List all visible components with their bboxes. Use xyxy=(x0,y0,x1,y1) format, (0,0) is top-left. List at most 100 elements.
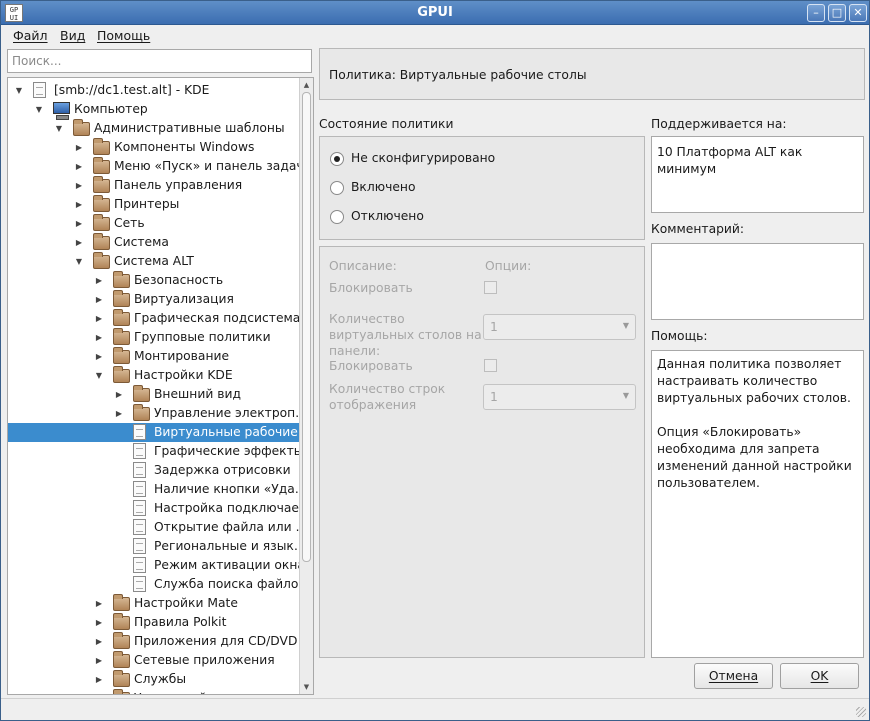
minimize-icon[interactable]: – xyxy=(807,4,825,22)
tree-item[interactable]: ▼ Административные шаблоны xyxy=(8,119,299,138)
tree-item-label: Управление электроп… xyxy=(154,406,308,420)
tree-item[interactable]: ▼ Система ALT xyxy=(8,252,299,271)
scroll-down-icon[interactable]: ▼ xyxy=(300,680,313,694)
tree-item-label: Принтеры xyxy=(114,197,180,211)
tree-item[interactable]: Графические эффекты xyxy=(8,442,303,461)
expand-arrow-closed-icon[interactable]: ▶ xyxy=(94,271,104,290)
rows-select[interactable]: 1 ▼ xyxy=(483,384,636,410)
cancel-button[interactable]: Отмена xyxy=(694,663,773,689)
expand-arrow-closed-icon[interactable]: ▶ xyxy=(94,594,104,613)
help-label: Помощь: xyxy=(651,329,708,343)
options-panel: Описание: Опции: Блокировать Количество … xyxy=(319,246,645,658)
tree-item[interactable]: ▶ Безопасность xyxy=(8,271,299,290)
expand-arrow-closed-icon[interactable]: ▶ xyxy=(94,632,104,651)
expand-arrow-closed-icon[interactable]: ▶ xyxy=(94,309,104,328)
desktops-select[interactable]: 1 ▼ xyxy=(483,314,636,340)
ok-button[interactable]: OK xyxy=(780,663,859,689)
tree-item[interactable]: Режим активации окна xyxy=(8,556,305,575)
tree-item[interactable]: ▶ Виртуализация xyxy=(8,290,299,309)
scroll-thumb[interactable] xyxy=(302,92,311,562)
radio-button[interactable] xyxy=(330,210,344,224)
tree-item[interactable]: ▶ Панель управления xyxy=(8,176,299,195)
tree-item[interactable]: ▶ Сетевые приложения xyxy=(8,651,299,670)
close-icon[interactable]: ✕ xyxy=(849,4,867,22)
menu-view[interactable]: Вид xyxy=(60,28,85,43)
expand-arrow-closed-icon[interactable]: ▶ xyxy=(114,385,124,404)
radio-label: Включено xyxy=(351,180,416,194)
tree-item[interactable]: ▶ Правила Polkit xyxy=(8,613,299,632)
tree-item[interactable]: ▶ Службы xyxy=(8,670,299,689)
expand-arrow-open-icon[interactable]: ▼ xyxy=(14,81,24,100)
tree-item[interactable]: ▼ Настройки KDE xyxy=(8,366,299,385)
folder-icon xyxy=(113,347,130,364)
tree-item[interactable]: ▶ Компоненты Windows xyxy=(8,138,299,157)
expand-arrow-closed-icon[interactable]: ▶ xyxy=(74,214,84,233)
tree-item-label: Компьютер xyxy=(74,102,148,116)
expand-arrow-closed-icon[interactable]: ▶ xyxy=(94,651,104,670)
expand-arrow-closed-icon[interactable]: ▶ xyxy=(114,404,124,423)
tree-item[interactable]: ▶ Принтеры xyxy=(8,195,299,214)
tree-item[interactable]: ▶ Внешний вид xyxy=(8,385,299,404)
radio-button[interactable] xyxy=(330,181,344,195)
policy-state-group: Не сконфигурировано Включено Отключено xyxy=(319,136,645,240)
expand-arrow-closed-icon[interactable]: ▶ xyxy=(94,328,104,347)
menu-help[interactable]: Помощь xyxy=(97,28,150,43)
tree-scrollbar[interactable]: ▲ ▼ xyxy=(299,78,313,694)
tree-item[interactable]: ▶ Приложения для CD/DVD xyxy=(8,632,299,651)
tree-item-label: Приложения для CD/DVD xyxy=(134,634,298,648)
expand-arrow-open-icon[interactable]: ▼ xyxy=(74,252,84,271)
tree-item[interactable]: ▶ Монтирование xyxy=(8,347,299,366)
tree-item[interactable]: ▶ Управление электроп… xyxy=(8,404,307,423)
resize-grip-icon[interactable] xyxy=(856,707,866,717)
tree-item[interactable]: ▶ Сеть xyxy=(8,214,299,233)
expand-arrow-closed-icon[interactable]: ▶ xyxy=(74,176,84,195)
expand-arrow-closed-icon[interactable]: ▶ xyxy=(94,290,104,309)
tree-item[interactable]: ▼ [smb://dc1.test.alt] - KDE xyxy=(8,81,299,100)
tree-item[interactable]: ▶ Графическая подсистема xyxy=(8,309,300,328)
tree-item[interactable]: ▶ Система xyxy=(8,233,299,252)
expand-arrow-open-icon[interactable]: ▼ xyxy=(54,119,64,138)
folder-icon xyxy=(113,309,130,326)
expand-arrow-open-icon[interactable]: ▼ xyxy=(34,100,44,119)
expand-arrow-open-icon[interactable]: ▼ xyxy=(94,366,104,385)
chevron-down-icon: ▼ xyxy=(622,391,629,400)
tree-item[interactable]: ▶ Групповые политики xyxy=(8,328,299,347)
supported-field[interactable]: 10 Платформа ALT как минимум xyxy=(651,136,864,213)
expand-arrow-closed-icon[interactable]: ▶ xyxy=(94,347,104,366)
block-checkbox-1[interactable] xyxy=(484,281,497,294)
policy-tree[interactable]: ▶ Удаленный доступ через … ▶ Службы ▶ Сетевые… xyxy=(7,77,314,695)
doc-icon xyxy=(133,519,146,535)
expand-arrow-closed-icon[interactable]: ▶ xyxy=(94,613,104,632)
expand-arrow-closed-icon[interactable]: ▶ xyxy=(74,195,84,214)
tree-item[interactable]: ▶ Меню «Пуск» и панель задач xyxy=(8,157,304,176)
tree-item[interactable]: Открытие файла или … xyxy=(8,518,308,537)
scroll-up-icon[interactable]: ▲ xyxy=(300,78,313,92)
folder-icon xyxy=(133,404,150,421)
expand-arrow-closed-icon[interactable]: ▶ xyxy=(74,233,84,252)
expand-arrow-closed-icon[interactable]: ▶ xyxy=(94,670,104,689)
block-checkbox-2[interactable] xyxy=(484,359,497,372)
tree-item-label: Внешний вид xyxy=(154,387,241,401)
menu-file[interactable]: Файл xyxy=(13,28,48,43)
search-input[interactable] xyxy=(7,49,312,73)
comment-field[interactable] xyxy=(651,243,864,320)
tree-item[interactable]: ▶ Удаленный доступ через … xyxy=(8,689,313,694)
tree-item[interactable]: ▼ Компьютер xyxy=(8,100,299,120)
tree-item[interactable]: Настройка подключае… xyxy=(8,499,311,518)
expand-arrow-closed-icon[interactable]: ▶ xyxy=(74,157,84,176)
maximize-icon[interactable]: □ xyxy=(828,4,846,22)
tree-item-label: Сеть xyxy=(114,216,145,230)
menu-bar: Файл Вид Помощь xyxy=(1,25,869,46)
expand-arrow-closed-icon[interactable]: ▶ xyxy=(94,689,104,694)
folder-icon xyxy=(133,385,150,402)
expand-arrow-closed-icon[interactable]: ▶ xyxy=(74,138,84,157)
tree-item[interactable]: Региональные и язык… xyxy=(8,537,306,556)
tree-item[interactable]: Виртуальные рабочие… xyxy=(8,423,310,442)
tree-item[interactable]: ▶ Настройки Mate xyxy=(8,594,299,613)
rows-value: 1 xyxy=(490,390,498,404)
tree-item[interactable]: Служба поиска файлов xyxy=(8,575,306,594)
radio-button[interactable] xyxy=(330,152,344,166)
tree-item[interactable]: Задержка отрисовки xyxy=(8,461,299,480)
tree-item[interactable]: Наличие кнопки «Уда… xyxy=(8,480,307,499)
title-bar[interactable]: GP UI GPUI – □ ✕ xyxy=(1,1,869,25)
